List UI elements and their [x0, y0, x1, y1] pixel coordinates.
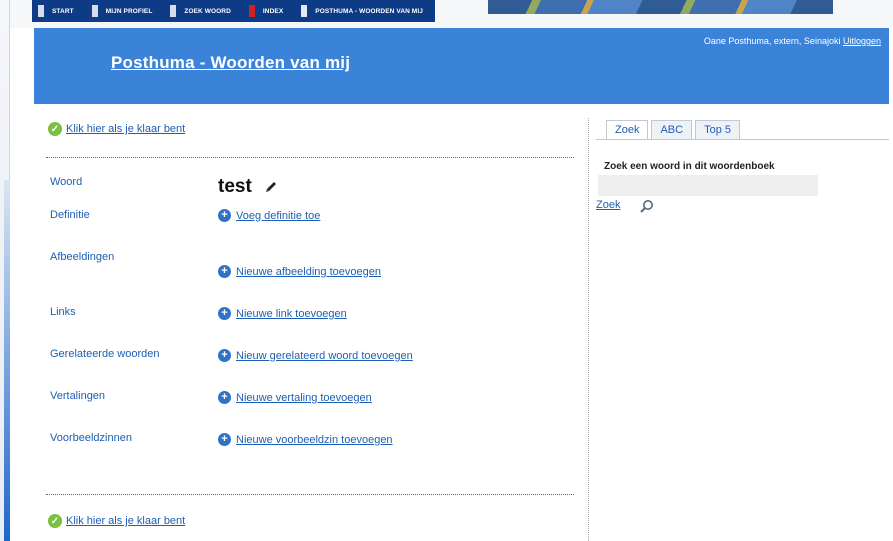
tab-search[interactable]: Zoek: [606, 120, 649, 139]
add-link-label: Nieuwe link toevoegen: [236, 307, 347, 320]
check-icon: ✓: [48, 122, 62, 136]
nav-marker-icon: [91, 5, 98, 17]
nav-item-my-words[interactable]: POSTHUMA - WOORDEN VAN MIJ: [295, 0, 435, 22]
done-link-top[interactable]: ✓ Klik hier als je klaar bent: [48, 122, 185, 136]
nav-marker-icon: [170, 5, 177, 17]
check-icon: ✓: [48, 514, 62, 528]
nav-item-label: START: [52, 7, 74, 15]
user-info: Oane Posthuma, extern, Seinajoki Uitlogg…: [704, 36, 881, 46]
search-link[interactable]: Zoek: [596, 199, 620, 211]
word-text: test: [218, 176, 252, 197]
page-header: Oane Posthuma, extern, Seinajoki Uitlogg…: [34, 28, 889, 104]
add-image-label: Nieuwe afbeelding toevoegen: [236, 265, 381, 278]
related-words-label: Gerelateerde woorden: [50, 348, 160, 360]
example-sentences-label: Voorbeeldzinnen: [50, 432, 132, 444]
search-icon[interactable]: [639, 199, 654, 214]
add-related-word-link[interactable]: + Nieuw gerelateerd woord toevoegen: [218, 349, 413, 362]
nav-item-profile[interactable]: MIJN PROFIEL: [86, 0, 165, 22]
divider-top: [46, 157, 574, 158]
add-related-word-label: Nieuw gerelateerd woord toevoegen: [236, 349, 413, 362]
translations-label: Vertalingen: [50, 390, 106, 402]
done-link-label: Klik hier als je klaar bent: [66, 123, 186, 135]
nav-item-label: MIJN PROFIEL: [105, 7, 153, 15]
nav-item-label: POSTHUMA - WOORDEN VAN MIJ: [315, 7, 423, 15]
column-divider: [588, 118, 589, 541]
done-link-label: Klik hier als je klaar bent: [66, 515, 186, 527]
plus-icon: +: [218, 209, 231, 222]
word-value: test: [218, 176, 278, 198]
search-input[interactable]: [598, 175, 818, 196]
add-example-sentence-link[interactable]: + Nieuwe voorbeeldzin toevoegen: [218, 433, 393, 446]
add-link-link[interactable]: + Nieuwe link toevoegen: [218, 307, 347, 320]
nav-item-label: INDEX: [262, 7, 284, 15]
nav-item-index[interactable]: INDEX: [243, 0, 295, 22]
add-definition-link[interactable]: + Voeg definitie toe: [218, 209, 320, 222]
nav-marker-icon: [38, 5, 44, 17]
logout-link[interactable]: Uitloggen: [843, 36, 881, 46]
nav-item-start[interactable]: START: [32, 0, 86, 22]
plus-icon: +: [218, 265, 231, 278]
done-link-bottom[interactable]: ✓ Klik hier als je klaar bent: [48, 514, 185, 528]
sidebar-tabs: Zoek ABC Top 5: [606, 120, 743, 139]
page-title[interactable]: Posthuma - Woorden van mij: [111, 53, 350, 73]
add-translation-label: Nieuwe vertaling toevoegen: [236, 391, 372, 404]
plus-icon: +: [218, 391, 231, 404]
tab-top5[interactable]: Top 5: [695, 120, 741, 139]
nav-item-label: ZOEK WOORD: [184, 7, 231, 15]
top-navigation: START MIJN PROFIEL ZOEK WOORD INDEX POST…: [32, 0, 435, 22]
add-definition-label: Voeg definitie toe: [236, 209, 321, 222]
tab-abc[interactable]: ABC: [651, 120, 693, 139]
nav-marker-icon: [248, 5, 255, 17]
add-translation-link[interactable]: + Nieuwe vertaling toevoegen: [218, 391, 372, 404]
word-label: Woord: [50, 176, 83, 188]
left-gradient-strip: [4, 180, 10, 541]
plus-icon: +: [218, 349, 231, 362]
nav-marker-icon: [301, 5, 308, 17]
plus-icon: +: [218, 433, 231, 446]
pencil-icon[interactable]: [264, 180, 278, 194]
search-heading: Zoek een woord in dit woordenboek: [604, 161, 775, 172]
images-label: Afbeeldingen: [50, 251, 115, 263]
user-name-text: Oane Posthuma, extern, Seinajoki: [703, 36, 841, 46]
add-example-sentence-label: Nieuwe voorbeeldzin toevoegen: [236, 433, 393, 446]
divider-bottom: [46, 494, 574, 495]
definition-label: Definitie: [50, 209, 90, 221]
plus-icon: +: [218, 307, 231, 320]
add-image-link[interactable]: + Nieuwe afbeelding toevoegen: [218, 265, 381, 278]
tab-baseline: [596, 139, 889, 140]
nav-item-search-word[interactable]: ZOEK WOORD: [164, 0, 243, 22]
decorative-banner-stripe: [488, 0, 833, 14]
links-label: Links: [50, 306, 76, 318]
